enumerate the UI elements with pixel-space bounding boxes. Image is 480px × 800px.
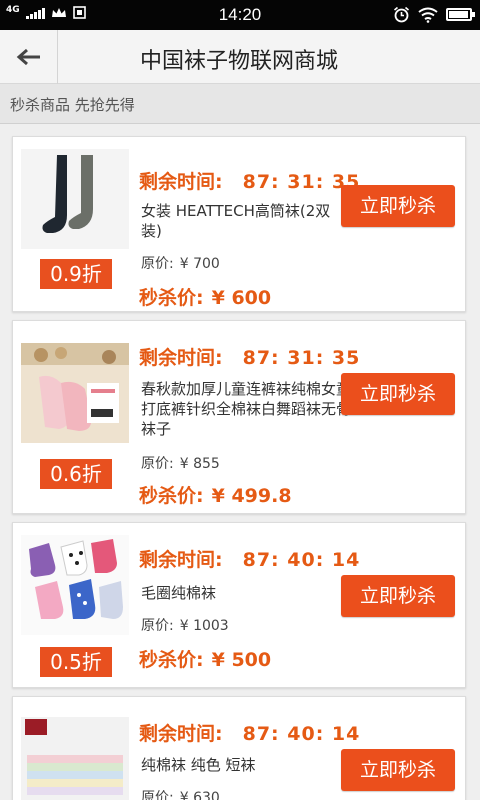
discount-badge: 0.9折 <box>40 259 112 289</box>
countdown: 剩余时间: 87: 40: 14 <box>139 545 360 572</box>
countdown-value: 87: 31: 35 <box>242 347 361 369</box>
sock-image <box>21 535 129 635</box>
sale-price-label: 秒杀价: <box>139 485 204 507</box>
original-price-label: 原价: <box>141 456 174 472</box>
alarm-icon <box>393 6 410 23</box>
battery-icon <box>446 8 475 21</box>
product-card[interactable]: 剩余时间: 87: 40: 14 纯棉袜 纯色 短袜 原价: ¥ 630 立即秒杀 <box>12 696 466 800</box>
original-price: 原价: ¥ 700 <box>141 253 220 273</box>
product-name[interactable]: 女装 HEATTECH高筒袜(2双装) <box>141 201 343 241</box>
product-card[interactable]: 0.6折 剩余时间: 87: 31: 35 春秋款加厚儿童连裤袜纯棉女童打底裤针织… <box>12 320 466 514</box>
discount-badge: 0.6折 <box>40 459 112 489</box>
buy-now-button[interactable]: 立即秒杀 <box>341 185 455 227</box>
sale-price: 秒杀价: ¥ 600 <box>139 283 271 310</box>
product-card[interactable]: 0.5折 剩余时间: 87: 40: 14 毛圈纯棉袜 原价: ¥ 1003 秒杀价… <box>12 522 466 688</box>
product-list[interactable]: 0.9折 剩余时间: 87: 31: 35 女装 HEATTECH高筒袜(2双装)… <box>0 124 480 800</box>
countdown: 剩余时间: 87: 40: 14 <box>139 719 360 746</box>
original-price-value: ¥ 630 <box>179 790 220 800</box>
wifi-icon <box>418 7 438 23</box>
product-image[interactable] <box>21 343 129 443</box>
sock-image <box>21 717 129 800</box>
countdown-label: 剩余时间: <box>139 723 223 745</box>
sale-price: 秒杀价: ¥ 499.8 <box>139 481 292 508</box>
product-name[interactable]: 春秋款加厚儿童连裤袜纯棉女童打底裤针织全棉袜白舞蹈袜无骨袜子 <box>141 379 351 439</box>
sale-price-value: ¥ 600 <box>211 287 272 309</box>
section-header-text: 秒杀商品 先抢先得 <box>10 96 135 114</box>
countdown-label: 剩余时间: <box>139 171 223 193</box>
product-name[interactable]: 毛圈纯棉袜 <box>141 583 343 603</box>
buy-now-button[interactable]: 立即秒杀 <box>341 575 455 617</box>
countdown-label: 剩余时间: <box>139 347 223 369</box>
status-right <box>393 6 475 23</box>
countdown: 剩余时间: 87: 31: 35 <box>139 167 360 194</box>
original-price: 原价: ¥ 630 <box>141 787 220 800</box>
original-price-value: ¥ 855 <box>179 456 220 472</box>
countdown: 剩余时间: 87: 31: 35 <box>139 343 360 370</box>
original-price-value: ¥ 700 <box>179 256 220 272</box>
product-image[interactable] <box>21 535 129 635</box>
title-bar: 中国袜子物联网商城 <box>0 30 480 84</box>
buy-now-button[interactable]: 立即秒杀 <box>341 373 455 415</box>
sock-image <box>21 149 129 249</box>
discount-badge: 0.5折 <box>40 647 112 677</box>
countdown-value: 87: 40: 14 <box>242 549 361 571</box>
original-price-label: 原价: <box>141 618 174 634</box>
product-card[interactable]: 0.9折 剩余时间: 87: 31: 35 女装 HEATTECH高筒袜(2双装)… <box>12 136 466 312</box>
sale-price: 秒杀价: ¥ 500 <box>139 645 271 672</box>
arrow-left-icon <box>16 48 40 66</box>
page-title: 中国袜子物联网商城 <box>139 49 338 74</box>
original-price: 原价: ¥ 1003 <box>141 615 229 635</box>
sale-price-value: ¥ 500 <box>211 649 272 671</box>
battery-level <box>449 11 468 18</box>
product-name[interactable]: 纯棉袜 纯色 短袜 <box>141 755 343 775</box>
original-price-label: 原价: <box>141 790 174 800</box>
sock-image <box>21 343 129 443</box>
original-price-label: 原价: <box>141 256 174 272</box>
back-button[interactable] <box>0 30 58 84</box>
countdown-value: 87: 40: 14 <box>242 723 361 745</box>
buy-now-button[interactable]: 立即秒杀 <box>341 749 455 791</box>
section-header: 秒杀商品 先抢先得 <box>0 84 480 124</box>
sale-price-value: ¥ 499.8 <box>211 485 292 507</box>
sale-price-label: 秒杀价: <box>139 649 204 671</box>
original-price-value: ¥ 1003 <box>179 618 229 634</box>
sale-price-label: 秒杀价: <box>139 287 204 309</box>
status-bar: 4G 14:20 <box>0 0 480 30</box>
product-image[interactable] <box>21 149 129 249</box>
countdown-label: 剩余时间: <box>139 549 223 571</box>
product-image[interactable] <box>21 717 129 800</box>
original-price: 原价: ¥ 855 <box>141 453 220 473</box>
